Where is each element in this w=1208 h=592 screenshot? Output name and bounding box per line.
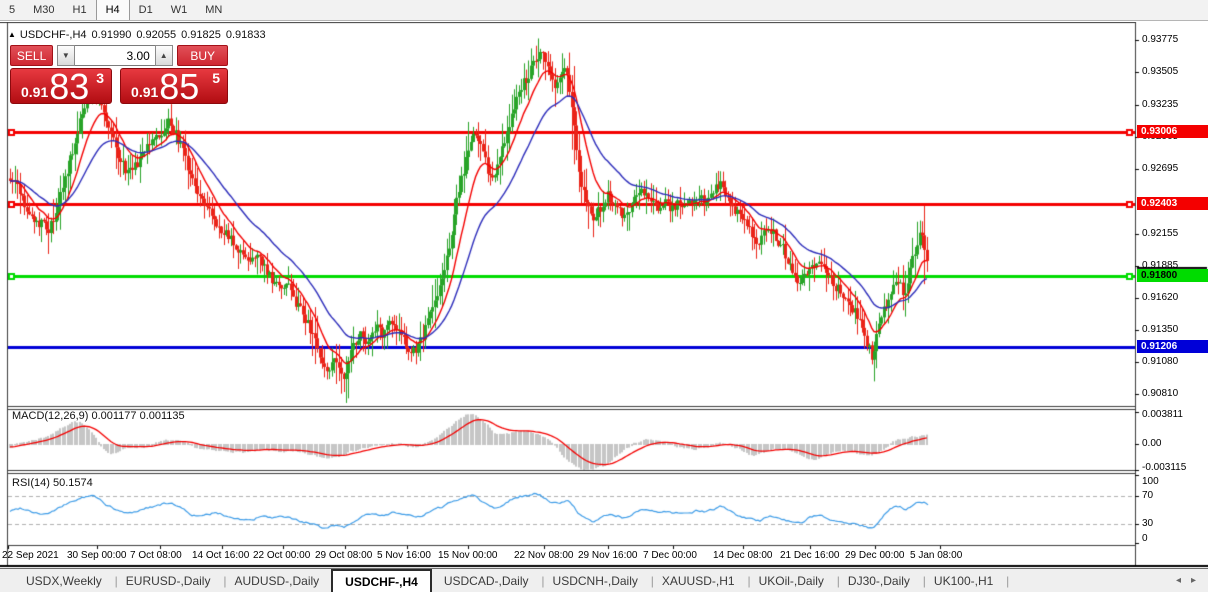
sell-price-pip: 3 (96, 70, 104, 86)
chart-tab-usdchf-h4[interactable]: USDCHF-,H4 (331, 569, 432, 592)
sell-price-box[interactable]: 0.91 83 3 (10, 68, 112, 104)
volume-decrease-button[interactable]: ▼ (57, 45, 75, 66)
timeframe-button-w1[interactable]: W1 (162, 0, 197, 20)
chart-tab-ukoil-daily[interactable]: UKOil-,Daily (747, 569, 836, 592)
chart-tab-dj30-daily[interactable]: DJ30-,Daily (836, 569, 922, 592)
chart-tab-audusd-daily[interactable]: AUDUSD-,Daily (222, 569, 331, 592)
timeframe-button-m30[interactable]: M30 (24, 0, 63, 20)
sell-price-prefix: 0.91 (21, 84, 48, 100)
buy-price-box[interactable]: 0.91 85 5 (120, 68, 228, 104)
timeframe-button-h1[interactable]: H1 (64, 0, 96, 20)
chart-tab-eurusd-daily[interactable]: EURUSD-,Daily (114, 569, 223, 592)
buy-price-prefix: 0.91 (131, 84, 158, 100)
chart-tab-usdcad-daily[interactable]: USDCAD-,Daily (432, 569, 541, 592)
chart-tab-usdcnh-daily[interactable]: USDCNH-,Daily (541, 569, 650, 592)
buy-price-big: 85 (159, 71, 199, 103)
one-click-trading-panel: SELL ▼ ▲ BUY 0.91 83 3 0.91 85 5 (10, 45, 228, 104)
timeframe-button-h4[interactable]: H4 (96, 0, 130, 20)
chart-tab-uk100-h1[interactable]: UK100-,H1 (922, 569, 1005, 592)
sell-price-big: 83 (49, 71, 89, 103)
volume-input[interactable] (75, 45, 155, 66)
tab-scroll-left-icon[interactable]: ◂ (1176, 575, 1181, 586)
chart-tab-xauusd-h1[interactable]: XAUUSD-,H1 (650, 569, 747, 592)
timeframe-button-d1[interactable]: D1 (130, 0, 162, 20)
tab-scroll-right-icon[interactable]: ▸ (1191, 575, 1196, 586)
buy-button[interactable]: BUY (177, 45, 228, 66)
timeframe-button-mn[interactable]: MN (196, 0, 231, 20)
volume-increase-button[interactable]: ▲ (155, 45, 173, 66)
buy-price-pip: 5 (212, 70, 220, 86)
timeframe-toolbar: 5M30H1H4D1W1MN (0, 0, 1208, 21)
timeframe-button-5[interactable]: 5 (0, 0, 24, 20)
chart-tab-bar: USDX,WeeklyEURUSD-,DailyAUDUSD-,DailyUSD… (0, 568, 1208, 592)
chart-tab-usdx-weekly[interactable]: USDX,Weekly (14, 569, 114, 592)
trading-platform-window: 5M30H1H4D1W1MN ▲USDCHF-,H40.919900.92055… (0, 0, 1208, 592)
sell-button[interactable]: SELL (10, 45, 53, 66)
